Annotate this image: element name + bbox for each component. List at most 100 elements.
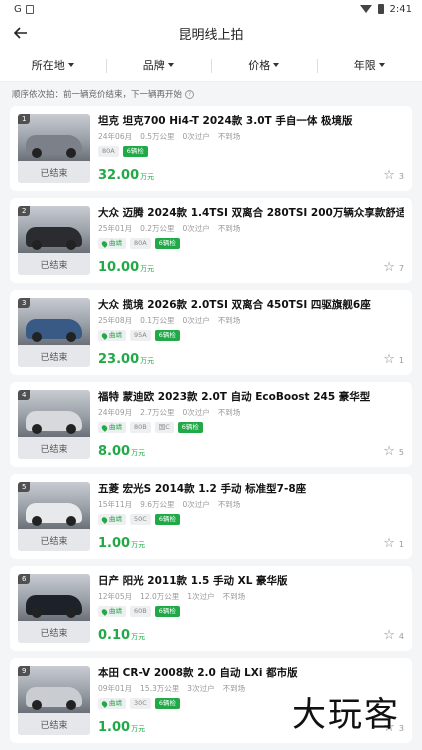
car-card[interactable]: 5 已结束 五菱 宏光S 2014款 1.2 手动 标准型7-8座 15年11月 9.6… bbox=[10, 474, 412, 559]
car-photo: 9 bbox=[18, 666, 90, 714]
favorite-count: 1 bbox=[398, 539, 404, 549]
car-name[interactable]: 大众 揽境 2026款 2.0TSI 双离合 450TSI 四驱旗舰6座 bbox=[98, 298, 404, 312]
wheel bbox=[66, 516, 76, 527]
lot-number: 5 bbox=[18, 482, 31, 492]
car-list: 1 已结束 坦克 坦克700 Hi4-T 2024款 3.0T 手自一体 极境版 24… bbox=[0, 106, 422, 743]
car-card[interactable]: 4 已结束 福特 蒙迪欧 2023款 2.0T 自动 EcoBoost 245 豪华… bbox=[10, 382, 412, 467]
wheel bbox=[32, 240, 42, 251]
location-tag: 曲靖 bbox=[98, 238, 126, 249]
onsite-note: 不到场 bbox=[217, 132, 241, 141]
lot-number: 6 bbox=[18, 574, 31, 584]
page-title: 昆明线上拍 bbox=[178, 27, 244, 43]
car-meta: 15年11月 9.6万公里 0次过户 不到场 bbox=[98, 499, 404, 510]
car-tag: 6辆检 bbox=[122, 146, 148, 157]
lot-number: 1 bbox=[18, 114, 31, 124]
reg-date: 12年05月 bbox=[98, 592, 133, 601]
transfer-count: 3次过户 bbox=[187, 684, 215, 693]
favorite-button[interactable]: ☆ 7 bbox=[383, 260, 404, 275]
question-icon[interactable]: ? bbox=[185, 89, 195, 99]
mileage: 0.1万公里 bbox=[140, 316, 175, 325]
mileage: 12.0万公里 bbox=[140, 592, 180, 601]
mileage: 15.3万公里 bbox=[140, 684, 180, 693]
car-name[interactable]: 日产 阳光 2011款 1.5 手动 XL 豪华版 bbox=[98, 574, 404, 588]
car-name[interactable]: 大众 迈腾 2024款 1.4TSI 双离合 280TSI 200万辆众享款舒适… bbox=[98, 206, 404, 220]
mileage: 9.6万公里 bbox=[140, 500, 175, 509]
car-tag: 60B bbox=[130, 606, 151, 617]
car-name[interactable]: 本田 CR-V 2008款 2.0 自动 LXi 都市版 bbox=[98, 666, 404, 680]
favorite-button[interactable]: ☆ 3 bbox=[383, 168, 404, 183]
wheel bbox=[66, 240, 76, 251]
car-card[interactable]: 2 已结束 大众 迈腾 2024款 1.4TSI 双离合 280TSI 200万辆众… bbox=[10, 198, 412, 283]
tag-row: 曲靖 95A 6辆检 bbox=[98, 330, 404, 341]
favorite-button[interactable]: ☆ 4 bbox=[383, 628, 404, 643]
status-label: 已结束 bbox=[18, 345, 90, 367]
wheel bbox=[32, 424, 42, 435]
location-pin-icon bbox=[100, 239, 109, 248]
car-thumbnail[interactable]: 4 已结束 bbox=[18, 390, 90, 459]
filter-year[interactable]: 年限 bbox=[316, 57, 422, 73]
favorite-button[interactable]: ☆ 1 bbox=[383, 353, 404, 366]
car-card[interactable]: 6 已结束 日产 阳光 2011款 1.5 手动 XL 豪华版 12年05月 12.0万… bbox=[10, 566, 412, 651]
car-meta: 25年08月 0.1万公里 0次过户 不到场 bbox=[98, 315, 404, 326]
mileage: 0.5万公里 bbox=[140, 132, 175, 141]
wifi-icon bbox=[359, 5, 372, 13]
car-photo: 1 bbox=[18, 114, 90, 162]
star-icon: ☆ bbox=[383, 628, 395, 643]
transfer-count: 0次过户 bbox=[182, 408, 210, 417]
filter-price[interactable]: 价格 bbox=[211, 57, 317, 73]
car-card[interactable]: 1 已结束 坦克 坦克700 Hi4-T 2024款 3.0T 手自一体 极境版 24… bbox=[10, 106, 412, 191]
back-arrow-icon[interactable] bbox=[8, 20, 34, 46]
car-name[interactable]: 坦克 坦克700 Hi4-T 2024款 3.0T 手自一体 极境版 bbox=[98, 114, 404, 128]
car-tag: 80A bbox=[130, 238, 151, 249]
star-icon: ☆ bbox=[383, 168, 395, 183]
favorite-button[interactable]: ☆ 5 bbox=[383, 444, 404, 459]
reg-date: 24年06月 bbox=[98, 132, 133, 141]
status-label: 已结束 bbox=[18, 529, 90, 551]
lot-number: 3 bbox=[18, 298, 31, 308]
car-thumbnail[interactable]: 5 已结束 bbox=[18, 482, 90, 551]
price: 1.00万元 bbox=[98, 720, 146, 735]
car-name[interactable]: 五菱 宏光S 2014款 1.2 手动 标准型7-8座 bbox=[98, 482, 404, 496]
filter-brand[interactable]: 品牌 bbox=[105, 57, 212, 73]
car-name[interactable]: 福特 蒙迪欧 2023款 2.0T 自动 EcoBoost 245 豪华型 bbox=[98, 390, 404, 404]
favorite-button[interactable]: ☆ 1 bbox=[383, 537, 404, 550]
location-pin-icon bbox=[100, 331, 109, 340]
location-pin-icon bbox=[100, 699, 109, 708]
star-icon: ☆ bbox=[383, 444, 395, 459]
star-icon: ☆ bbox=[383, 260, 395, 275]
car-tag: 6辆检 bbox=[154, 238, 180, 249]
favorite-count: 3 bbox=[398, 171, 404, 181]
car-tag: 80A bbox=[98, 146, 119, 157]
onsite-note: 不到场 bbox=[217, 408, 241, 417]
sd-card-icon bbox=[25, 4, 34, 14]
car-meta: 12年05月 12.0万公里 1次过户 不到场 bbox=[98, 591, 404, 602]
filter-location[interactable]: 所在地 bbox=[0, 57, 106, 73]
price: 23.00万元 bbox=[98, 352, 155, 367]
car-thumbnail[interactable]: 6 已结束 bbox=[18, 574, 90, 643]
car-tag: 80B bbox=[130, 422, 151, 433]
location-tag: 曲靖 bbox=[98, 330, 126, 341]
watermark-logo: 大玩客 bbox=[292, 695, 400, 735]
onsite-note: 不到场 bbox=[222, 592, 246, 601]
transfer-count: 0次过户 bbox=[182, 224, 210, 233]
car-thumbnail[interactable]: 1 已结束 bbox=[18, 114, 90, 183]
car-tag: 6辆检 bbox=[177, 422, 203, 433]
car-card[interactable]: 3 已结束 大众 揽境 2026款 2.0TSI 双离合 450TSI 四驱旗舰6座… bbox=[10, 290, 412, 375]
wheel bbox=[66, 332, 76, 343]
tag-row: 曲靖 80A 6辆检 bbox=[98, 238, 404, 249]
caret-down-icon bbox=[67, 62, 74, 67]
car-photo: 4 bbox=[18, 390, 90, 438]
car-tag: 6辆检 bbox=[154, 606, 180, 617]
app-notification-icon: G bbox=[14, 3, 22, 15]
auction-notice: 顺序依次拍：前一辆竞价结束，下一辆再开始 ? bbox=[0, 82, 422, 106]
car-thumbnail[interactable]: 9 已结束 bbox=[18, 666, 90, 735]
tag-row: 曲靖 80B 国C 6辆检 bbox=[98, 422, 404, 433]
clock: 2:41 bbox=[389, 3, 412, 15]
tag-row: 曲靖 60B 6辆检 bbox=[98, 606, 404, 617]
transfer-count: 0次过户 bbox=[182, 316, 210, 325]
car-tag: 6辆检 bbox=[154, 514, 180, 525]
car-thumbnail[interactable]: 2 已结束 bbox=[18, 206, 90, 275]
location-tag: 曲靖 bbox=[98, 606, 126, 617]
car-thumbnail[interactable]: 3 已结束 bbox=[18, 298, 90, 367]
location-pin-icon bbox=[100, 423, 109, 432]
